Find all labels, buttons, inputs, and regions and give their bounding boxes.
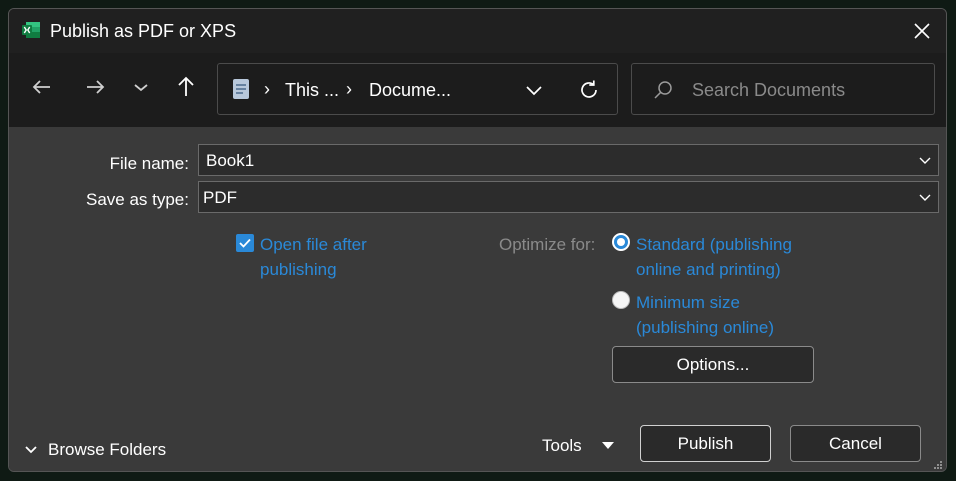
address-history-chevron-icon[interactable] [524, 80, 544, 100]
search-icon [654, 81, 672, 99]
forward-arrow-icon[interactable] [83, 75, 107, 99]
cancel-button[interactable]: Cancel [790, 425, 921, 462]
publish-dialog: Publish as PDF or XPS › This ... › Docum… [8, 8, 947, 472]
refresh-icon[interactable] [578, 79, 600, 101]
save-as-type-select[interactable]: PDF [198, 181, 939, 213]
dialog-title: Publish as PDF or XPS [50, 21, 237, 41]
breadcrumb-this-pc[interactable]: This ... [285, 80, 339, 101]
options-button[interactable]: Options... [612, 346, 814, 383]
optimize-for-label: Optimize for: [499, 235, 596, 254]
close-icon[interactable] [908, 17, 936, 45]
save-as-type-label: Save as type: [85, 190, 189, 209]
publish-button[interactable]: Publish [640, 425, 771, 462]
title-bar: Publish as PDF or XPS [9, 9, 946, 53]
browse-folders-label: Browse Folders [48, 440, 167, 459]
document-folder-icon [233, 79, 249, 99]
standard-line1: Standard (publishing [636, 235, 792, 254]
navigation-bar: › This ... › Docume... [9, 53, 946, 127]
tools-label: Tools [542, 436, 582, 455]
open-after-line1: Open file after [260, 235, 367, 254]
excel-app-icon [22, 22, 40, 38]
standard-radio[interactable] [612, 233, 630, 251]
chevron-down-icon [25, 446, 37, 454]
back-arrow-icon[interactable] [30, 75, 54, 99]
chevron-down-icon[interactable] [918, 190, 932, 204]
search-box[interactable] [631, 63, 935, 115]
minimum-line1: Minimum size [636, 293, 740, 312]
up-arrow-icon[interactable] [174, 75, 198, 99]
tools-dropdown[interactable]: Tools [542, 435, 622, 459]
caret-down-icon [602, 442, 614, 449]
open-after-publishing-label[interactable]: Open file after publishing [260, 232, 367, 282]
minimum-line2: (publishing online) [636, 318, 774, 337]
dialog-body: File name: Book1 Save as type: PDF Open … [9, 127, 946, 471]
checkmark-icon [239, 238, 251, 248]
recent-locations-chevron-icon[interactable] [129, 75, 153, 99]
address-bar[interactable]: › This ... › Docume... [217, 63, 618, 115]
save-as-type-value: PDF [203, 188, 237, 207]
chevron-down-icon[interactable] [918, 153, 932, 167]
breadcrumb-documents[interactable]: Docume... [369, 80, 451, 101]
search-input[interactable] [690, 76, 924, 104]
open-after-line2: publishing [260, 260, 337, 279]
resize-grip-icon[interactable] [933, 460, 943, 470]
file-name-field[interactable]: Book1 [198, 144, 939, 176]
open-after-publishing-checkbox[interactable] [236, 234, 254, 252]
minimum-size-radio[interactable] [612, 291, 630, 309]
file-name-label: File name: [109, 154, 189, 173]
breadcrumb-separator-icon: › [264, 79, 270, 99]
standard-radio-label[interactable]: Standard (publishing online and printing… [636, 232, 792, 282]
file-name-value[interactable]: Book1 [206, 151, 254, 171]
breadcrumb-separator-icon: › [346, 79, 352, 99]
standard-line2: online and printing) [636, 260, 781, 279]
minimum-size-radio-label[interactable]: Minimum size (publishing online) [636, 290, 774, 340]
